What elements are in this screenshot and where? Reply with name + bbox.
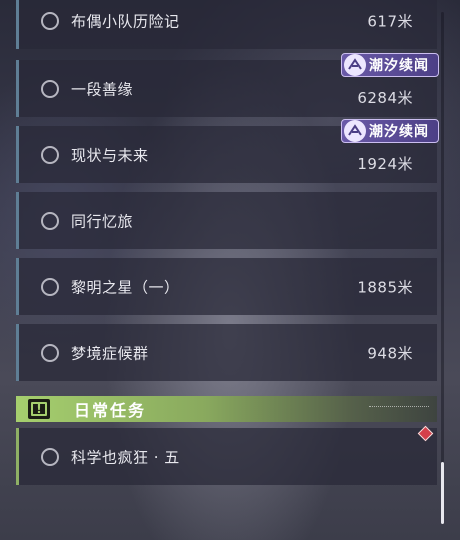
event-logo-icon [344,120,366,142]
quest-title: 一段善缘 [71,80,134,98]
quest-distance: 1885米 [357,278,413,296]
quest-distance: 6284米 [357,89,413,107]
quest-title: 同行忆旅 [71,212,134,230]
quest-status-circle-icon [41,79,59,98]
new-alert-diamond-icon [417,425,434,442]
quest-status-circle-icon [41,211,59,230]
quest-title: 布偶小队历险记 [71,12,180,30]
scrollbar-track[interactable] [441,12,444,524]
quest-status-circle-icon [41,447,59,466]
quest-item[interactable]: 现状与未来 1924米 潮汐续闻 [16,119,439,183]
exclamation-box-icon: ! [28,399,50,419]
quest-status-circle-icon [41,145,59,164]
quest-title: 现状与未来 [71,146,149,164]
quest-status-circle-icon [41,277,59,296]
quest-item[interactable]: 一段善缘 6284米 潮汐续闻 [16,53,439,117]
quest-title: 梦境症候群 [71,344,149,362]
quest-distance: 948米 [367,344,413,362]
event-tag-badge: 潮汐续闻 [341,53,439,77]
quest-status-circle-icon [41,11,59,30]
quest-distance: 617米 [367,12,413,30]
section-decoration [369,406,429,409]
quest-distance: 1924米 [357,155,413,173]
event-logo-icon [344,54,366,76]
scrollbar-thumb[interactable] [441,462,444,524]
section-title: 日常任务 [74,401,147,420]
quest-status-circle-icon [41,343,59,362]
daily-quest-item[interactable]: 科学也疯狂 · 五 [16,425,437,485]
quest-title: 黎明之星（一） [71,278,180,296]
event-tag-label: 潮汐续闻 [369,58,429,74]
event-tag-label: 潮汐续闻 [369,124,429,140]
quest-item[interactable]: 同行忆旅 [16,192,437,249]
quest-title: 科学也疯狂 · 五 [71,448,180,466]
quest-item[interactable]: 黎明之星（一） 1885米 [16,258,437,315]
quest-item[interactable]: 布偶小队历险记 617米 [16,0,437,49]
daily-quests-section-header[interactable]: ! 日常任务 [16,396,437,422]
event-tag-badge: 潮汐续闻 [341,119,439,143]
quest-item[interactable]: 梦境症候群 948米 [16,324,437,381]
